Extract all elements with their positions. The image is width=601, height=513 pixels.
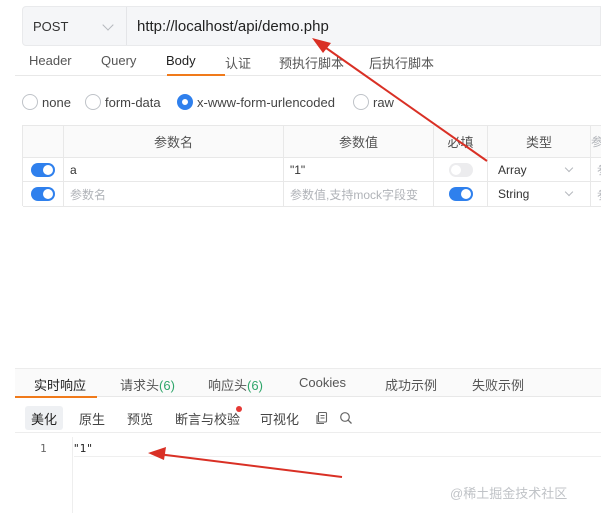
response-tabs: 实时响应 请求头(6) 响应头(6) Cookies 成功示例 失败示例 [15, 368, 601, 398]
desc-cell[interactable]: 参 [591, 182, 601, 206]
required-toggle[interactable] [448, 187, 473, 201]
header-desc-label: 参 [591, 135, 601, 149]
tab-label: Cookies [299, 375, 346, 390]
raw-button[interactable]: 原生 [73, 406, 111, 430]
body-type-radios: none form-data x-www-form-urlencoded raw [22, 94, 601, 114]
radio-circle [353, 94, 369, 110]
chevron-down-icon [564, 187, 574, 197]
radio-label: form-data [105, 94, 161, 110]
table-row: 参数名 参数值,支持mock字段变 String 参 [23, 182, 601, 207]
header-desc: 参 [591, 126, 601, 157]
method-select[interactable]: POST [23, 7, 127, 45]
tab-label: 失败示例 [472, 378, 525, 393]
desc-placeholder: 参 [597, 161, 601, 178]
request-url-bar: POST http://localhost/api/demo.php [22, 6, 601, 46]
enable-toggle[interactable] [31, 187, 55, 201]
header-type: 类型 [488, 126, 591, 157]
radio-circle-selected [177, 94, 193, 110]
radio-raw[interactable]: raw [353, 94, 394, 110]
radio-label: raw [373, 94, 394, 110]
radio-label: x-www-form-urlencoded [197, 94, 335, 110]
desc-placeholder: 参 [597, 186, 601, 203]
param-name: a [70, 162, 77, 177]
param-value-cell[interactable]: "1" [284, 158, 434, 181]
tab-label: 成功示例 [385, 378, 438, 393]
header-required: 必填 [434, 126, 488, 157]
param-value-placeholder: 参数值,支持mock字段变 [290, 187, 419, 202]
tab-header[interactable]: Header [29, 53, 72, 68]
response-toolbar: 美化 原生 预览 断言与校验 可视化 [15, 403, 601, 433]
tab-label: 请求头 [120, 378, 160, 393]
assertion-button[interactable]: 断言与校验 [169, 406, 246, 430]
radio-circle [22, 94, 38, 110]
type-select[interactable]: Array [488, 158, 591, 181]
tab-count: (6) [159, 378, 175, 393]
tab-body[interactable]: Body [166, 53, 196, 68]
tab-live-response[interactable]: 实时响应 [34, 375, 86, 394]
param-value-cell[interactable]: 参数值,支持mock字段变 [284, 182, 434, 206]
tab-failure-example[interactable]: 失败示例 [472, 375, 524, 394]
tab-cookies[interactable]: Cookies [299, 375, 346, 390]
tab-post-script[interactable]: 后执行脚本 [369, 53, 434, 72]
radio-circle [85, 94, 101, 110]
radio-none[interactable]: none [22, 94, 71, 110]
header-toggle-col [23, 126, 64, 157]
header-param-name: 参数名 [64, 126, 284, 157]
active-tab-indicator [15, 396, 97, 398]
tab-request-headers[interactable]: 请求头(6) [120, 375, 175, 394]
beautify-button[interactable]: 美化 [25, 406, 64, 430]
response-body: "1" [73, 442, 93, 455]
radio-urlencoded[interactable]: x-www-form-urlencoded [177, 94, 335, 110]
tab-success-example[interactable]: 成功示例 [385, 375, 437, 394]
radio-label: none [42, 94, 71, 110]
line-number: 1 [40, 442, 47, 455]
required-toggle[interactable] [448, 162, 473, 177]
row-enable-cell [23, 182, 64, 206]
watermark: @稀土掘金技术社区 [450, 486, 568, 501]
tab-response-headers[interactable]: 响应头(6) [208, 375, 263, 394]
table-header-row: 参数名 参数值 必填 类型 参 [23, 126, 601, 158]
line-divider [74, 456, 601, 457]
radio-form-data[interactable]: form-data [85, 94, 161, 110]
request-tabs: Header Query Body 认证 预执行脚本 后执行脚本 [15, 48, 601, 76]
visualize-button[interactable]: 可视化 [254, 406, 305, 430]
param-value: "1" [290, 162, 306, 177]
param-name-cell[interactable]: a [64, 158, 284, 181]
type-select[interactable]: String [488, 182, 591, 206]
tab-query[interactable]: Query [101, 53, 136, 68]
tab-label: 实时响应 [34, 378, 87, 393]
row-enable-cell [23, 158, 64, 181]
preview-button[interactable]: 预览 [121, 406, 159, 430]
required-cell [434, 158, 488, 181]
required-cell [434, 182, 488, 206]
params-table: 参数名 参数值 必填 类型 参 a "1" Array 参 参数名 参数值,支持… [22, 125, 601, 207]
param-name-cell[interactable]: 参数名 [64, 182, 284, 206]
enable-toggle[interactable] [31, 162, 55, 177]
type-value: Array [498, 162, 527, 177]
tab-count: (6) [247, 378, 263, 393]
method-label: POST [33, 18, 69, 34]
tab-pre-script[interactable]: 预执行脚本 [279, 53, 344, 72]
type-value: String [498, 187, 530, 201]
copy-icon[interactable] [315, 411, 329, 425]
url-input[interactable]: http://localhost/api/demo.php [127, 18, 329, 35]
chevron-down-icon [102, 19, 114, 31]
table-row: a "1" Array 参 [23, 158, 601, 182]
desc-cell[interactable]: 参 [591, 158, 601, 181]
param-name-placeholder: 参数名 [70, 187, 107, 202]
chevron-down-icon [564, 163, 574, 173]
active-tab-indicator [167, 74, 225, 76]
header-param-value: 参数值 [284, 126, 434, 157]
search-icon[interactable] [339, 411, 353, 425]
tab-label: 响应头 [208, 378, 248, 393]
tab-auth[interactable]: 认证 [225, 53, 251, 72]
line-gutter: 1 [15, 437, 73, 513]
notification-dot [236, 406, 242, 412]
